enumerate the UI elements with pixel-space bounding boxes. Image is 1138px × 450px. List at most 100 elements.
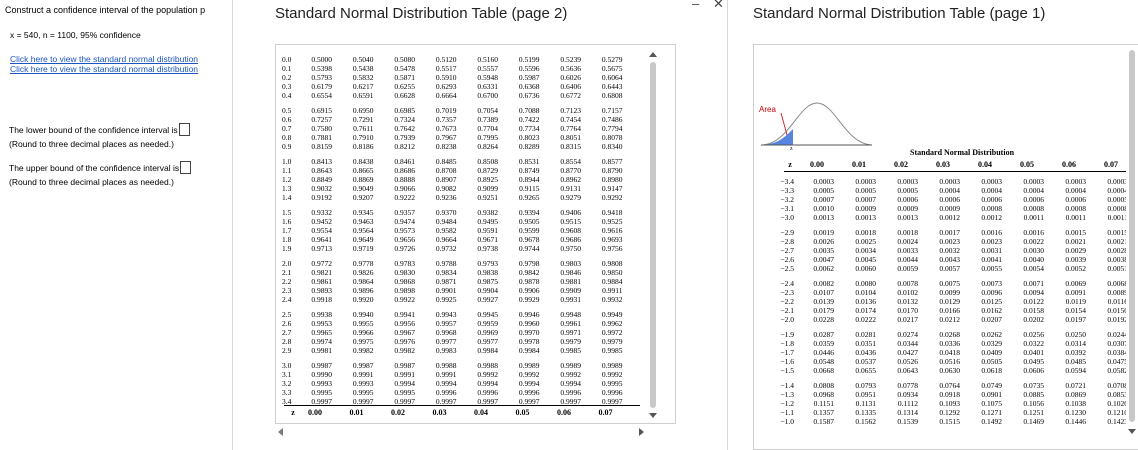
table-page1: Area z Standard Normal Distribution z 0.… — [753, 44, 1138, 450]
table-cell: 0.0104 — [855, 288, 876, 297]
table-cell: 0.0548 — [813, 357, 834, 366]
table-cell: 0.0150 — [1107, 306, 1128, 315]
z-value: −1.4 — [780, 381, 794, 390]
z-value: −2.8 — [780, 237, 794, 246]
table-cell: 0.0082 — [813, 279, 834, 288]
table-cell: 0.0011 — [1107, 213, 1128, 222]
table-cell: 0.7389 — [477, 115, 498, 124]
table-cell: 0.0655 — [855, 366, 876, 375]
scroll-down-icon[interactable] — [1128, 429, 1136, 434]
z-value: 2.4 — [282, 295, 292, 304]
horizontal-scrollbar[interactable] — [275, 426, 647, 437]
upper-bound-input[interactable] — [180, 161, 192, 174]
scroll-down-icon[interactable] — [649, 413, 657, 418]
table-cell: 0.0384 — [1107, 348, 1128, 357]
column-header: 0.00 — [308, 408, 322, 417]
table-cell: 0.1093 — [939, 399, 960, 408]
scroll-right-icon[interactable] — [639, 428, 644, 436]
table-cell: 0.0392 — [1065, 348, 1086, 357]
table-cell: 0.8980 — [601, 175, 623, 184]
table-cell: 0.0080 — [855, 279, 876, 288]
table-cell: 0.0427 — [897, 348, 918, 357]
window-title: Standard Normal Distribution Table (page… — [753, 5, 1046, 22]
close-button[interactable]: ✕ — [713, 0, 724, 10]
scroll-thumb[interactable] — [650, 62, 656, 408]
table-cell: 0.9756 — [601, 244, 623, 253]
table-cell: 0.0287 — [813, 330, 834, 339]
table-cell: 0.6915 — [311, 106, 332, 115]
table-cell: 0.1271 — [981, 408, 1002, 417]
value-column: 0.5160 0.5557 0.5948 0.6331 0.6700 0.7054 0.73… — [464, 55, 498, 406]
z-value: 2.7 — [282, 328, 292, 337]
table-cell: 0.9931 — [560, 295, 581, 304]
column-header: 0.02 — [894, 160, 908, 169]
minimize-button[interactable]: – — [692, 0, 699, 10]
table-cell: 0.0885 — [1023, 390, 1044, 399]
table-cell: 0.0344 — [897, 339, 918, 348]
table-cell: 0.0154 — [1065, 306, 1086, 315]
normal-table-link-2[interactable]: Click here to view the standard normal d… — [10, 64, 198, 74]
z-value: 0.4 — [282, 91, 292, 100]
table-cell: 0.9826 — [352, 268, 374, 277]
table-cell: 0.1539 — [897, 417, 918, 426]
table-cell: 0.0951 — [855, 390, 876, 399]
table-cell: 0.9292 — [601, 193, 623, 202]
table-cell: 0.1357 — [813, 408, 834, 417]
vertical-scrollbar[interactable] — [1126, 48, 1138, 438]
table-cell: 0.9991 — [435, 370, 457, 379]
normal-table-page1-window: Standard Normal Distribution Table (page… — [727, 0, 1138, 450]
table-cell: 0.9992 — [477, 370, 498, 379]
table-cell: 0.0041 — [981, 255, 1002, 264]
table-cell: 0.9738 — [477, 244, 498, 253]
table-cell: 0.5832 — [352, 73, 374, 82]
table-cell: 0.5199 — [518, 55, 540, 64]
table-cell: 0.9920 — [352, 295, 374, 304]
table-cell: 0.9979 — [560, 337, 581, 346]
table-cell: 0.0028 — [1107, 246, 1128, 255]
table-cell: 0.0038 — [1107, 255, 1128, 264]
z-value: −2.1 — [780, 306, 794, 315]
table-cell: 0.1423 — [1107, 417, 1128, 426]
table-cell: 0.0401 — [1023, 348, 1044, 357]
table-cell: 0.9803 — [560, 259, 581, 268]
table-cell: 0.0015 — [1107, 228, 1128, 237]
table-cell: 0.8315 — [560, 142, 581, 151]
table-cell: 0.1151 — [813, 399, 834, 408]
z-value: −1.9 — [780, 330, 794, 339]
table-cell: 0.0006 — [939, 195, 960, 204]
scroll-up-icon[interactable] — [649, 52, 657, 57]
table-cell: 0.0012 — [939, 213, 960, 222]
table-cell: 0.0136 — [855, 297, 876, 306]
table-cell: 0.0054 — [1023, 264, 1044, 273]
column-header: 0.07 — [1104, 160, 1118, 169]
table-cell: 0.9969 — [477, 328, 498, 337]
table-cell: 0.0005 — [1107, 195, 1128, 204]
z-value: −2.9 — [780, 228, 794, 237]
table-cell: 0.9664 — [435, 235, 457, 244]
table-cell: 0.0034 — [855, 246, 876, 255]
normal-table-link-1[interactable]: Click here to view the standard normal d… — [10, 54, 198, 64]
table-cell: 0.9582 — [435, 226, 457, 235]
table-cell: 0.9591 — [477, 226, 498, 235]
scroll-thumb[interactable] — [1129, 50, 1135, 422]
table-cell: 0.9115 — [519, 184, 540, 193]
z-value: −1.6 — [780, 357, 794, 366]
table-cell: 0.0007 — [813, 195, 834, 204]
column-header: 0.06 — [557, 408, 571, 417]
scroll-left-icon[interactable] — [278, 428, 283, 436]
lower-bound-input[interactable] — [178, 123, 190, 136]
table-cell: 0.6064 — [601, 73, 623, 82]
table-cell: 0.9994 — [394, 379, 415, 388]
table-cell: 0.0192 — [1107, 315, 1128, 324]
table-cell: 0.8665 — [352, 166, 374, 175]
table-cell: 0.0068 — [1107, 279, 1128, 288]
z-value: 1.0 — [282, 157, 292, 166]
vertical-scrollbar[interactable] — [647, 48, 659, 422]
table-cell: 0.9893 — [311, 286, 332, 295]
table-cell: 0.9992 — [518, 370, 540, 379]
table-cell: 0.5120 — [435, 55, 457, 64]
table-cell: 0.9671 — [477, 235, 498, 244]
z-value: −1.8 — [780, 339, 794, 348]
value-column: 0.5239 0.5636 0.6026 0.6406 0.6772 0.7123 0.74… — [547, 55, 581, 406]
lower-bound-row: The lower bound of the confidence interv… — [9, 123, 190, 136]
